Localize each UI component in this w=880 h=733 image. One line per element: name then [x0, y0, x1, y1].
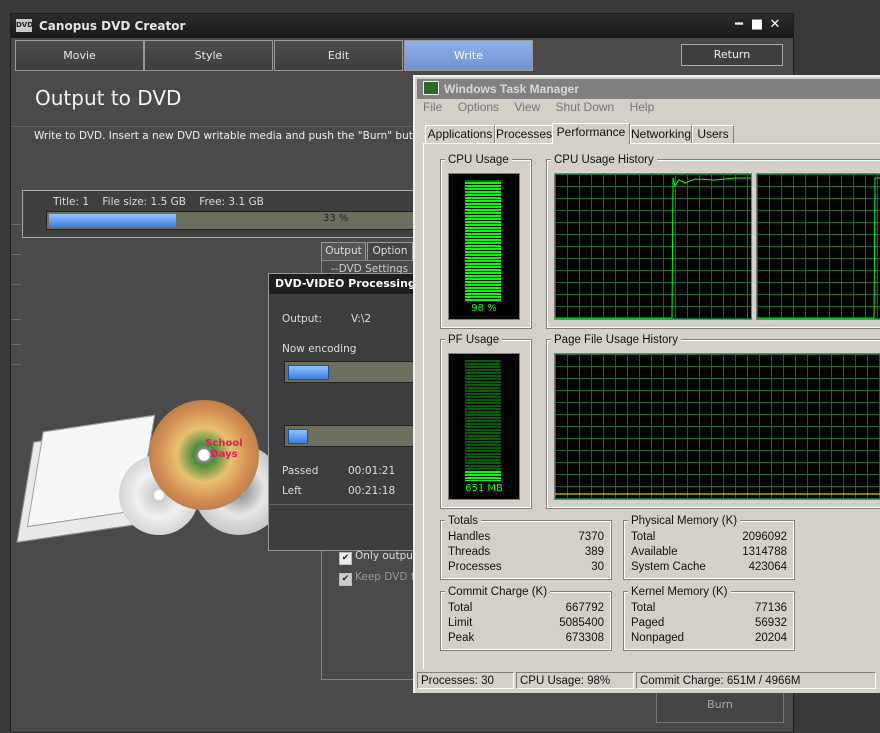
cpu-usage-value: 98 %	[471, 303, 497, 314]
task-manager-icon	[423, 81, 439, 95]
disc-label-text: School Days	[205, 438, 243, 460]
dvd-logo-icon: DVD	[16, 19, 33, 32]
write-progress-label: 33 %	[323, 213, 349, 224]
passed-value: 00:01:21	[348, 465, 396, 477]
totals-threads-row: Threads 389	[448, 546, 604, 558]
pf-usage-label: PF Usage	[445, 334, 503, 346]
keep-dvd-checkbox[interactable]: ✔ Keep DVD fi	[339, 571, 417, 586]
pf-history-label: Page File Usage History	[551, 334, 681, 346]
performance-panel: CPU Usage 98 % CPU Usage History PF Usag…	[423, 143, 880, 669]
physical-available-row: Available 1314788	[631, 546, 787, 558]
task-manager-titlebar: Windows Task Manager	[417, 79, 880, 99]
menu-help[interactable]: Help	[630, 100, 655, 114]
left-label: Left	[282, 485, 302, 497]
kernel-memory-label: Kernel Memory (K)	[628, 586, 731, 598]
physical-total-row: Total 2096092	[631, 531, 787, 543]
commit-limit-row: Limit 5085400	[448, 617, 604, 629]
physical-cache-row: System Cache 423064	[631, 561, 787, 573]
cpu-history-graph-2	[756, 173, 880, 320]
tab-networking[interactable]: Networking	[630, 125, 692, 143]
disc-label-image: School Days	[149, 400, 259, 510]
cpu-history-label: CPU Usage History	[551, 154, 657, 166]
cpu-history-line	[757, 177, 880, 319]
only-output-checkbox[interactable]: ✔ Only output	[339, 550, 417, 565]
physical-memory-label: Physical Memory (K)	[628, 515, 741, 527]
kernel-total-row: Total 77136	[631, 602, 787, 614]
instruction-text: Write to DVD. Insert a new DVD writable …	[34, 130, 434, 142]
pf-usage-meter: 651 MB	[448, 353, 520, 500]
menu-shut-down[interactable]: Shut Down	[556, 100, 615, 114]
left-value: 00:21:18	[348, 485, 396, 497]
status-commit-charge: Commit Charge: 651M / 4966M	[636, 672, 876, 689]
close-icon[interactable]: ✕	[767, 17, 783, 33]
cpu-meter-fill	[465, 182, 501, 301]
pf-usage-value: 651 MB	[465, 483, 503, 494]
output-value: V:\2	[351, 313, 372, 325]
cpu-history-line	[555, 177, 751, 319]
menu-view[interactable]: View	[514, 100, 540, 114]
status-processes: Processes: 30	[417, 672, 514, 689]
totals-processes-row: Processes 30	[448, 561, 604, 573]
totals-label: Totals	[445, 515, 482, 527]
pf-meter-fill	[465, 471, 501, 481]
tab-applications[interactable]: Applications	[425, 125, 495, 143]
cpu-usage-label: CPU Usage	[445, 154, 512, 166]
commit-total-row: Total 667792	[448, 602, 604, 614]
tab-output[interactable]: Output	[321, 242, 366, 261]
cpu-history-graph	[554, 173, 752, 320]
commit-peak-row: Peak 673308	[448, 632, 604, 644]
file-info-panel: Title: 1 File size: 1.5 GB Free: 3.1 GB …	[22, 190, 444, 238]
status-bar: Processes: 30 CPU Usage: 98% Commit Char…	[417, 670, 880, 692]
overall-progress-fill	[288, 429, 309, 444]
encoding-progress-bar	[284, 361, 421, 383]
minimize-icon[interactable]: ━	[731, 17, 747, 33]
totals-handles-row: Handles 7370	[448, 531, 604, 543]
write-progress-bar: 33 %	[46, 211, 438, 230]
commit-charge-group: Total 667792 Limit 5085400 Peak 673308	[440, 591, 612, 651]
page-title: Output to DVD	[35, 86, 182, 110]
maximize-icon[interactable]: ■	[749, 17, 765, 33]
menu-bar: File Options View Shut Down Help	[423, 100, 666, 114]
pf-history-line	[555, 493, 880, 495]
kernel-paged-row: Paged 56932	[631, 617, 787, 629]
menu-options[interactable]: Options	[458, 100, 499, 114]
output-label: Output:	[282, 313, 323, 325]
task-manager-title: Windows Task Manager	[444, 82, 580, 96]
tab-processes[interactable]: Processes	[495, 125, 553, 143]
menu-file[interactable]: File	[423, 100, 442, 114]
pf-history-graph	[554, 353, 880, 500]
return-button[interactable]: Return	[681, 44, 783, 66]
status-cpu-usage: CPU Usage: 98%	[516, 672, 634, 689]
tab-edit[interactable]: Edit	[274, 40, 403, 71]
overall-progress-bar	[284, 425, 421, 447]
processing-dialog: DVD-VIDEO Processing Output: V:\2 Now en…	[268, 273, 421, 551]
tab-performance[interactable]: Performance	[552, 123, 630, 144]
task-manager-window: Windows Task Manager File Options View S…	[413, 75, 880, 693]
kernel-memory-group: Total 77136 Paged 56932 Nonpaged 20204	[623, 591, 795, 651]
dvd-artwork: School Days	[14, 395, 284, 555]
encoding-progress-fill	[288, 365, 329, 380]
checkmark-icon: ✔	[339, 552, 352, 565]
tab-style[interactable]: Style	[144, 40, 273, 71]
tab-movie[interactable]: Movie	[15, 40, 144, 71]
physical-memory-group: Total 2096092 Available 1314788 System Cac…	[623, 520, 795, 580]
canopus-title: Canopus DVD Creator	[39, 19, 186, 33]
tab-users[interactable]: Users	[692, 125, 734, 143]
commit-charge-label: Commit Charge (K)	[445, 586, 551, 598]
divider	[269, 504, 419, 505]
checkmark-icon: ✔	[339, 573, 352, 586]
file-info-text: Title: 1 File size: 1.5 GB Free: 3.1 GB	[53, 196, 264, 208]
tab-option[interactable]: Option	[367, 242, 413, 261]
cpu-usage-meter: 98 %	[448, 173, 520, 320]
totals-group: Handles 7370 Threads 389 Processes 30	[440, 520, 612, 580]
passed-label: Passed	[282, 465, 319, 477]
tab-write[interactable]: Write	[404, 40, 533, 71]
canopus-titlebar: DVD Canopus DVD Creator ━ ■ ✕	[11, 14, 793, 38]
pf-meter-background	[465, 360, 501, 481]
write-progress-fill	[49, 214, 177, 227]
now-encoding-label: Now encoding	[282, 343, 357, 355]
processing-title: DVD-VIDEO Processing	[269, 274, 419, 294]
kernel-nonpaged-row: Nonpaged 20204	[631, 632, 787, 644]
